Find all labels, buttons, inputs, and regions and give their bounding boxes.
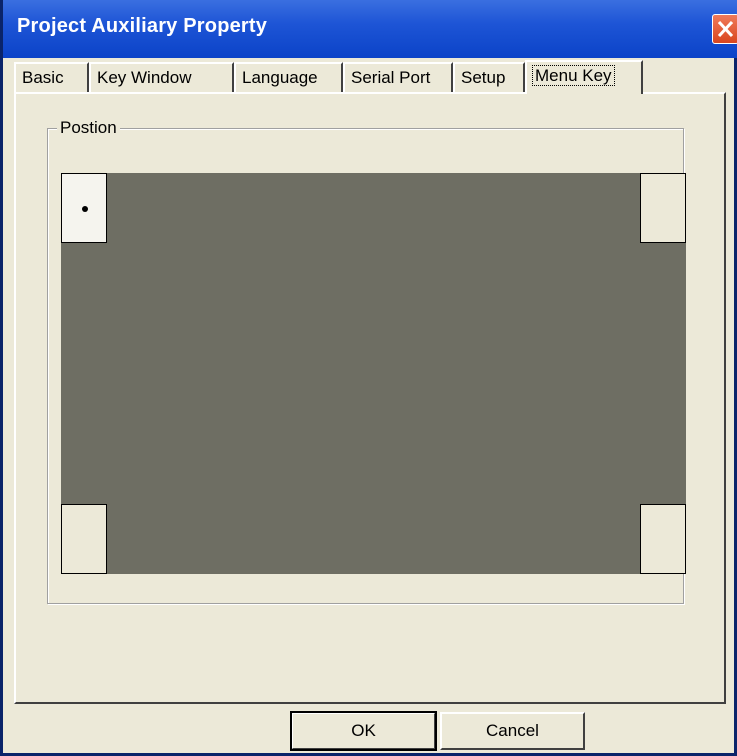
corner-bottom-left-option[interactable] (61, 504, 107, 574)
tab-setup[interactable]: Setup (453, 62, 525, 92)
corner-top-right-option[interactable] (640, 173, 686, 243)
title-bar[interactable]: Project Auxiliary Property (3, 0, 737, 58)
window-title: Project Auxiliary Property (17, 15, 268, 37)
ok-button[interactable]: OK (290, 711, 437, 751)
corner-bottom-right-option[interactable] (640, 504, 686, 574)
tab-serial-port[interactable]: Serial Port (343, 62, 453, 92)
screen-preview (61, 173, 686, 574)
corner-top-left-option[interactable] (61, 173, 107, 243)
close-button[interactable] (712, 14, 737, 44)
tab-basic[interactable]: Basic (14, 62, 89, 92)
tab-label: Menu Key (532, 65, 615, 86)
tab-strip: Basic Key Window Language Serial Port Se… (14, 60, 726, 94)
tab-label: Key Window (97, 68, 192, 87)
tab-label: Language (242, 68, 318, 87)
tab-language[interactable]: Language (234, 62, 343, 92)
tab-key-window[interactable]: Key Window (89, 62, 234, 92)
tab-label: Serial Port (351, 68, 431, 87)
tab-label: Setup (461, 68, 506, 87)
radio-dot-icon (82, 206, 88, 212)
cancel-button[interactable]: Cancel (440, 712, 585, 750)
position-group-label: Postion (57, 118, 120, 138)
close-x-icon (718, 21, 733, 37)
tab-menu-key[interactable]: Menu Key (525, 60, 643, 94)
tab-label: Basic (22, 68, 64, 87)
